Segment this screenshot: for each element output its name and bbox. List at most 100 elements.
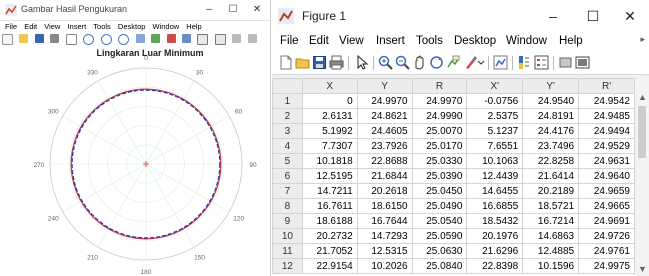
table-cell[interactable]: 24.9726 — [578, 228, 635, 244]
table-cell[interactable]: 24.9691 — [578, 213, 635, 229]
zoom-out-icon[interactable] — [100, 34, 112, 45]
left-menu-tools[interactable]: Tools — [93, 21, 111, 32]
left-minimize-button[interactable]: – — [198, 0, 220, 20]
table-cell[interactable]: 24.4176 — [522, 123, 580, 139]
data-cursor-icon[interactable] — [151, 34, 161, 43]
table-cell[interactable]: 25.0540 — [411, 213, 468, 229]
table-cell[interactable]: 25.0590 — [411, 228, 468, 244]
table-cell[interactable]: 24.9975 — [578, 258, 635, 274]
right-maximize-button[interactable]: ☐ — [574, 0, 612, 32]
table-cell[interactable]: 25.0450 — [411, 183, 468, 199]
new-figure-icon[interactable] — [2, 34, 13, 45]
table-cell[interactable]: 18.6150 — [356, 198, 413, 214]
table-cell[interactable]: 16.7214 — [522, 213, 580, 229]
column-header-x[interactable]: X — [301, 78, 358, 94]
left-menu-file[interactable]: File — [5, 21, 17, 32]
right-minimize-button[interactable]: – — [534, 0, 572, 32]
table-cell[interactable]: 22.8258 — [522, 153, 580, 169]
left-close-button[interactable]: ✕ — [246, 0, 268, 20]
legend-icon[interactable] — [214, 34, 226, 45]
scrollbar-thumb[interactable] — [638, 106, 646, 158]
table-cell[interactable]: 25.0390 — [411, 168, 468, 184]
right-close-button[interactable]: ✕ — [611, 0, 649, 32]
zoom-in-icon[interactable] — [378, 55, 393, 70]
row-header-cell[interactable]: 3 — [272, 123, 303, 139]
menu-edit[interactable]: Edit — [309, 35, 329, 47]
rotate-icon[interactable] — [135, 34, 145, 43]
table-cell[interactable]: 10.1596 — [522, 258, 580, 274]
row-header-cell[interactable]: 6 — [272, 168, 303, 184]
legend-icon[interactable] — [534, 55, 549, 70]
menu-desktop[interactable]: Desktop — [454, 35, 496, 47]
save-icon[interactable] — [312, 55, 327, 70]
column-header-y-prime[interactable]: Y' — [522, 78, 580, 94]
new-figure-icon[interactable] — [278, 55, 293, 70]
row-header-cell[interactable]: 12 — [272, 258, 303, 274]
row-header-cell[interactable]: 4 — [272, 138, 303, 154]
scroll-up-icon[interactable]: ▲ — [638, 92, 647, 102]
menu-insert[interactable]: Insert — [376, 35, 405, 47]
table-cell[interactable]: 12.5315 — [356, 243, 413, 259]
table-cell[interactable]: 20.1976 — [466, 228, 524, 244]
table-cell[interactable]: 24.9542 — [578, 93, 635, 109]
table-cell[interactable]: 10.1063 — [466, 153, 524, 169]
row-header-cell[interactable]: 2 — [272, 108, 303, 124]
save-icon[interactable] — [34, 34, 44, 43]
edit-plot-pointer-icon[interactable] — [354, 55, 369, 70]
table-cell[interactable]: 2.6131 — [301, 108, 358, 124]
table-cell[interactable]: 24.4605 — [356, 123, 413, 139]
table-cell[interactable]: 7.6551 — [466, 138, 524, 154]
table-cell[interactable]: 20.2732 — [301, 228, 358, 244]
left-menu-desktop[interactable]: Desktop — [118, 21, 146, 32]
table-cell[interactable]: 20.2618 — [356, 183, 413, 199]
table-cell[interactable]: 14.6455 — [466, 183, 524, 199]
show-plot-tools-icon[interactable] — [575, 55, 590, 70]
menu-tools[interactable]: Tools — [416, 35, 443, 47]
table-cell[interactable]: 24.9665 — [578, 198, 635, 214]
table-cell[interactable]: 14.7293 — [356, 228, 413, 244]
row-header-cell[interactable]: 9 — [272, 213, 303, 229]
table-cell[interactable]: 12.4885 — [522, 243, 580, 259]
left-menu-view[interactable]: View — [44, 21, 60, 32]
table-cell[interactable]: 18.5432 — [466, 213, 524, 229]
menu-view[interactable]: View — [339, 35, 364, 47]
table-cell[interactable]: 24.9659 — [578, 183, 635, 199]
table-cell[interactable]: 18.6188 — [301, 213, 358, 229]
table-cell[interactable]: 10.1818 — [301, 153, 358, 169]
table-cell[interactable]: 12.4439 — [466, 168, 524, 184]
row-header-cell[interactable]: 1 — [272, 93, 303, 109]
show-plot-tools-icon[interactable] — [247, 34, 257, 43]
table-cell[interactable]: 12.5195 — [301, 168, 358, 184]
row-header-cell[interactable]: 11 — [272, 243, 303, 259]
left-menu-insert[interactable]: Insert — [67, 21, 86, 32]
table-cell[interactable]: 25.0490 — [411, 198, 468, 214]
table-cell[interactable]: 24.9970 — [411, 93, 468, 109]
menu-file[interactable]: File — [280, 35, 299, 47]
link-plot-icon[interactable] — [493, 55, 508, 70]
table-cell[interactable]: 24.9494 — [578, 123, 635, 139]
table-cell[interactable]: 22.8398 — [466, 258, 524, 274]
column-header-r-prime[interactable]: R' — [578, 78, 635, 94]
data-cursor-icon[interactable] — [446, 55, 461, 70]
column-header-y[interactable]: Y — [356, 78, 413, 94]
row-header-cell[interactable]: 7 — [272, 183, 303, 199]
hide-plot-tools-icon[interactable] — [232, 34, 242, 43]
zoom-out-icon[interactable] — [395, 55, 410, 70]
table-cell[interactable]: 22.9154 — [301, 258, 358, 274]
open-file-icon[interactable] — [19, 34, 29, 43]
table-cell[interactable]: 18.5721 — [522, 198, 580, 214]
table-cell[interactable]: 25.0330 — [411, 153, 468, 169]
table-cell[interactable]: 23.7496 — [522, 138, 580, 154]
table-cell[interactable]: 21.6414 — [522, 168, 580, 184]
table-cell[interactable]: -0.0756 — [466, 93, 524, 109]
table-cell[interactable]: 10.2026 — [356, 258, 413, 274]
column-header-x-prime[interactable]: X' — [466, 78, 524, 94]
left-maximize-button[interactable]: ☐ — [222, 0, 244, 20]
table-cell[interactable]: 16.6855 — [466, 198, 524, 214]
open-file-icon[interactable] — [295, 55, 310, 70]
table-cell[interactable]: 21.6844 — [356, 168, 413, 184]
table-cell[interactable]: 24.9990 — [411, 108, 468, 124]
table-cell[interactable]: 21.7052 — [301, 243, 358, 259]
left-menu-edit[interactable]: Edit — [24, 21, 37, 32]
column-header-r[interactable]: R — [411, 78, 468, 94]
